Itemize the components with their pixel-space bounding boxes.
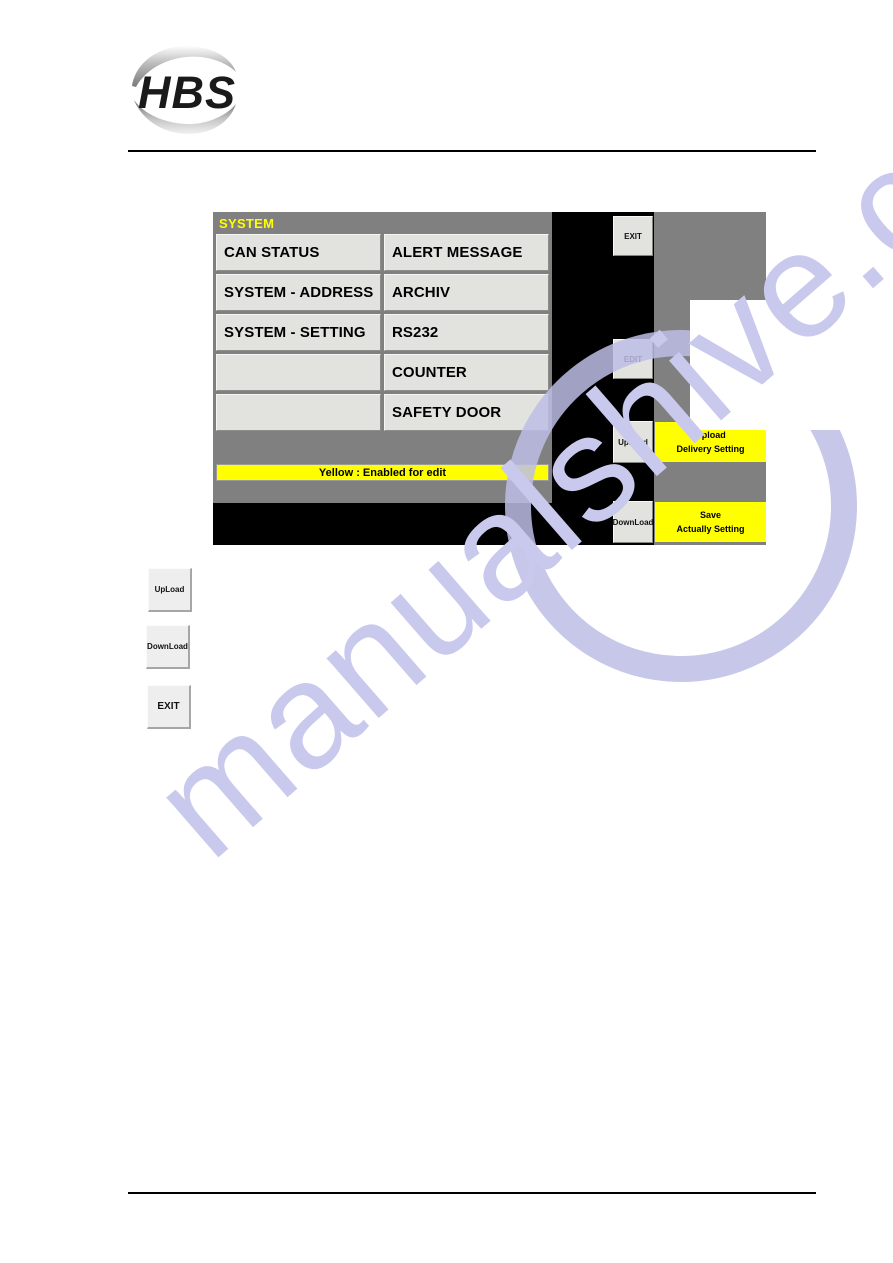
- menu-row: SYSTEM - SETTING RS232: [216, 314, 549, 351]
- menu-button-system-setting[interactable]: SYSTEM - SETTING: [216, 314, 381, 351]
- legend-exit-button: EXIT: [147, 685, 191, 729]
- menu-button-rs232[interactable]: RS232: [384, 314, 549, 351]
- hmi-exit-button[interactable]: EXIT: [613, 216, 653, 256]
- hmi-edit-button[interactable]: EDIT: [613, 339, 653, 379]
- menu-button-blank-2[interactable]: [216, 394, 381, 431]
- hmi-screen-panel: SYSTEM CAN STATUS ALERT MESSAGE SYSTEM -…: [213, 212, 766, 545]
- menu-button-archiv[interactable]: ARCHIV: [384, 274, 549, 311]
- hbs-logo: HBS: [126, 40, 238, 140]
- save-band-line1: Save: [699, 510, 722, 520]
- menu-row: SYSTEM - ADDRESS ARCHIV: [216, 274, 549, 311]
- hmi-download-button[interactable]: DownLoad: [613, 501, 653, 543]
- upload-band-line1: Upload: [695, 430, 726, 440]
- svg-text:HBS: HBS: [138, 67, 236, 118]
- page-title: SYSTEM: [219, 216, 275, 231]
- menu-row: SAFETY DOOR: [216, 394, 549, 431]
- save-actually-setting-band: Save Actually Setting: [655, 502, 766, 542]
- header-rule: [128, 150, 816, 152]
- menu-button-can-status[interactable]: CAN STATUS: [216, 234, 381, 271]
- edit-enabled-legend: Yellow : Enabled for edit: [216, 464, 549, 481]
- upload-delivery-setting-band: Upload Delivery Setting: [655, 422, 766, 462]
- menu-button-alert-message[interactable]: ALERT MESSAGE: [384, 234, 549, 271]
- hmi-menu-region: SYSTEM CAN STATUS ALERT MESSAGE SYSTEM -…: [213, 212, 552, 503]
- save-band-line2: Actually Setting: [676, 524, 745, 534]
- hmi-menu-grid: CAN STATUS ALERT MESSAGE SYSTEM - ADDRES…: [216, 234, 549, 434]
- menu-button-safety-door[interactable]: SAFETY DOOR: [384, 394, 549, 431]
- menu-button-system-address[interactable]: SYSTEM - ADDRESS: [216, 274, 381, 311]
- upload-band-line2: Delivery Setting: [676, 444, 745, 454]
- menu-row: COUNTER: [216, 354, 549, 391]
- menu-button-blank-1[interactable]: [216, 354, 381, 391]
- hmi-upload-button[interactable]: UpLoad: [613, 421, 653, 463]
- legend-download-button: DownLoad: [146, 625, 190, 669]
- footer-rule: [128, 1192, 816, 1194]
- menu-row: CAN STATUS ALERT MESSAGE: [216, 234, 549, 271]
- page-watermark: manualshive.com: [0, 0, 893, 1263]
- legend-upload-button: UpLoad: [148, 568, 192, 612]
- menu-button-counter[interactable]: COUNTER: [384, 354, 549, 391]
- hmi-right-column: [654, 212, 766, 545]
